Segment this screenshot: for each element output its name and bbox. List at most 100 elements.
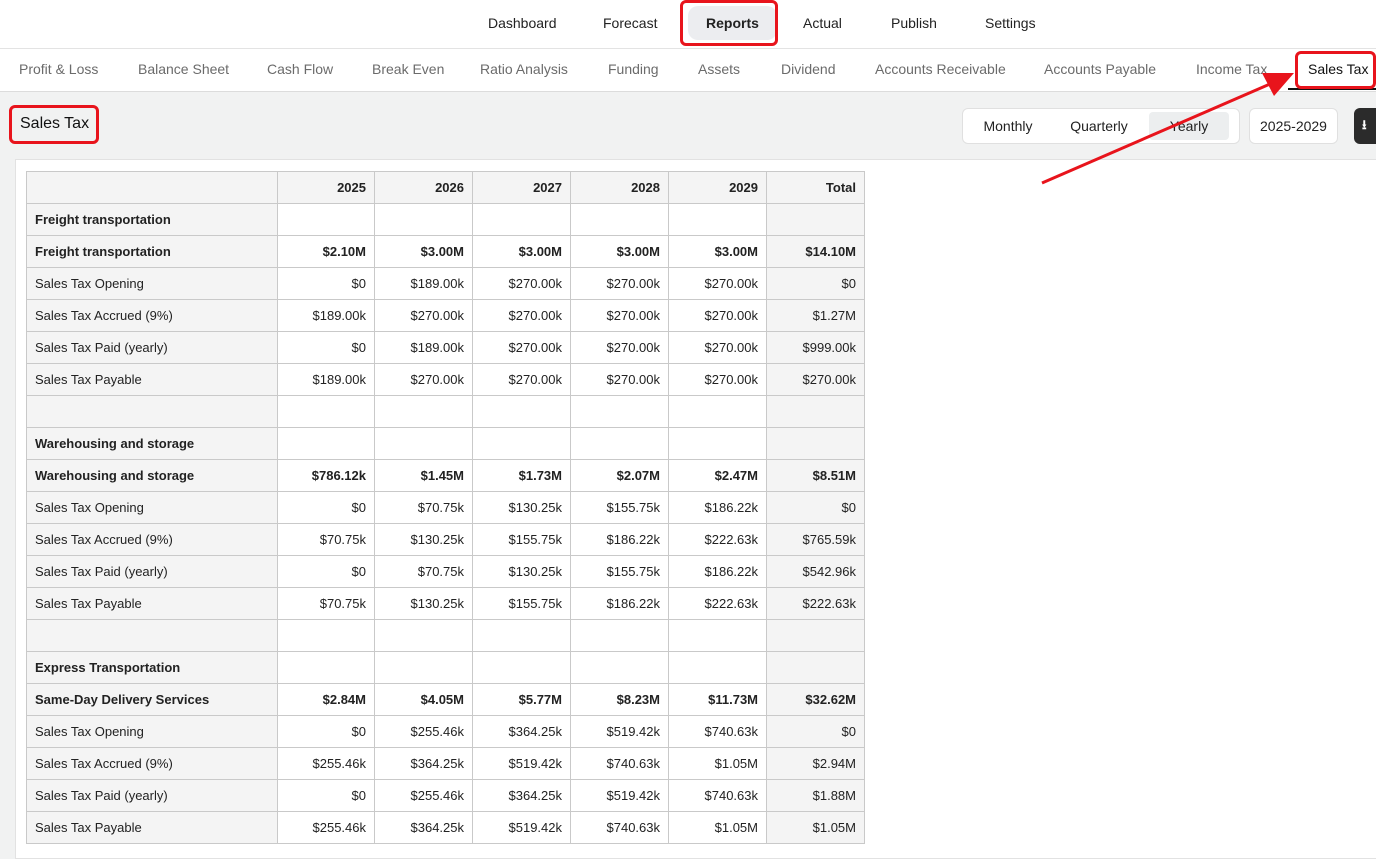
download-button[interactable]: ⭳ [1354, 108, 1376, 144]
tab-dividend[interactable]: Dividend [781, 61, 835, 77]
table-cell [374, 427, 473, 460]
table-row: Freight transportation $2.10M $3.00M $3.00M… [26, 235, 865, 268]
tab-accounts-receivable[interactable]: Accounts Receivable [875, 61, 1006, 77]
active-tab-underline [1288, 88, 1376, 90]
table-cell: $1.27M [766, 299, 865, 332]
column-header: Total [766, 171, 865, 204]
table-cell [570, 395, 669, 428]
table-row: Freight transportation [26, 203, 865, 236]
table-cell: $270.00k [570, 363, 669, 396]
table-cell: $1.05M [668, 747, 767, 780]
row-label: Sales Tax Paid (yearly) [26, 779, 278, 812]
table-cell [668, 619, 767, 652]
table-cell: $270.00k [668, 363, 767, 396]
nav-settings[interactable]: Settings [985, 12, 1036, 34]
tab-ratio-analysis[interactable]: Ratio Analysis [480, 61, 568, 77]
table-cell [570, 619, 669, 652]
table-cell: $0 [277, 715, 375, 748]
tab-balance-sheet[interactable]: Balance Sheet [138, 61, 229, 77]
table-cell: $740.63k [668, 715, 767, 748]
table-cell: $155.75k [472, 523, 571, 556]
table-cell: $130.25k [374, 523, 473, 556]
table-cell [277, 651, 375, 684]
table-cell: $740.63k [570, 747, 669, 780]
table-cell: $519.42k [570, 779, 669, 812]
table-cell [668, 395, 767, 428]
nav-reports[interactable]: Reports [688, 6, 777, 40]
table-cell [766, 395, 865, 428]
tab-sales-tax[interactable]: Sales Tax [1308, 61, 1368, 77]
period-yearly-button[interactable]: Yearly [1149, 112, 1229, 140]
table-row: Sales Tax Paid (yearly) $0 $189.00k $270.00… [26, 331, 865, 364]
table-cell: $740.63k [668, 779, 767, 812]
table-cell [374, 395, 473, 428]
table-cell: $70.75k [277, 587, 375, 620]
column-header: 2025 [277, 171, 375, 204]
table-cell: $189.00k [374, 267, 473, 300]
row-label: Freight transportation [26, 235, 278, 268]
nav-dashboard[interactable]: Dashboard [488, 12, 557, 34]
table-cell: $222.63k [766, 587, 865, 620]
table-cell: $0 [277, 779, 375, 812]
table-cell: $0 [766, 715, 865, 748]
table-cell [668, 203, 767, 236]
table-cell: $0 [277, 555, 375, 588]
row-label: Warehousing and storage [26, 459, 278, 492]
table-cell [472, 395, 571, 428]
table-cell: $222.63k [668, 523, 767, 556]
column-header: 2026 [374, 171, 473, 204]
row-label: Sales Tax Accrued (9%) [26, 523, 278, 556]
table-cell: $999.00k [766, 331, 865, 364]
table-cell: $8.51M [766, 459, 865, 492]
table-row: Sales Tax Paid (yearly) $0 $255.46k $364.25… [26, 779, 865, 812]
table-row [26, 395, 865, 428]
tab-assets[interactable]: Assets [698, 61, 740, 77]
table-cell: $189.00k [374, 331, 473, 364]
table-cell: $130.25k [472, 555, 571, 588]
period-monthly-button[interactable]: Monthly [973, 109, 1043, 143]
table-cell: $0 [277, 267, 375, 300]
table-cell: $255.46k [374, 715, 473, 748]
table-cell [668, 651, 767, 684]
column-header [26, 171, 278, 204]
table-cell: $542.96k [766, 555, 865, 588]
page-title: Sales Tax [20, 115, 90, 132]
tab-profit-loss[interactable]: Profit & Loss [19, 61, 98, 77]
table-row: Warehousing and storage $786.12k $1.45M $1.… [26, 459, 865, 492]
table-cell: $270.00k [570, 267, 669, 300]
table-row: Sales Tax Accrued (9%) $70.75k $130.25k $15… [26, 523, 865, 556]
row-label [26, 395, 278, 428]
period-quarterly-button[interactable]: Quarterly [1063, 109, 1135, 143]
column-header: 2027 [472, 171, 571, 204]
nav-publish[interactable]: Publish [891, 12, 937, 34]
table-cell: $270.00k [472, 267, 571, 300]
table-cell: $130.25k [472, 491, 571, 524]
table-cell: $364.25k [472, 715, 571, 748]
table-cell: $1.05M [668, 811, 767, 844]
table-cell: $270.00k [570, 331, 669, 364]
row-label: Same-Day Delivery Services [26, 683, 278, 716]
table-cell: $5.77M [472, 683, 571, 716]
tab-funding[interactable]: Funding [608, 61, 659, 77]
table-row: Sales Tax Accrued (9%) $255.46k $364.25k $5… [26, 747, 865, 780]
table-cell: $1.73M [472, 459, 571, 492]
report-tabs: Profit & Loss Balance Sheet Cash Flow Br… [0, 49, 1376, 92]
table-row: Same-Day Delivery Services $2.84M $4.05M $5… [26, 683, 865, 716]
nav-forecast[interactable]: Forecast [603, 12, 657, 34]
nav-actual[interactable]: Actual [803, 12, 842, 34]
tab-cash-flow[interactable]: Cash Flow [267, 61, 333, 77]
row-label: Express Transportation [26, 651, 278, 684]
table-cell: $364.25k [472, 779, 571, 812]
table-cell: $1.45M [374, 459, 473, 492]
tab-break-even[interactable]: Break Even [372, 61, 444, 77]
tab-income-tax[interactable]: Income Tax [1196, 61, 1267, 77]
table-row: Sales Tax Paid (yearly) $0 $70.75k $130.25k… [26, 555, 865, 588]
row-label: Freight transportation [26, 203, 278, 236]
table-row: Express Transportation [26, 651, 865, 684]
year-range-select[interactable]: 2025-2029 [1249, 108, 1338, 144]
tab-accounts-payable[interactable]: Accounts Payable [1044, 61, 1156, 77]
sales-tax-table: 2025 2026 2027 2028 2029 Total Freight t… [26, 171, 865, 844]
table-row: Sales Tax Opening $0 $189.00k $270.00k $270.… [26, 267, 865, 300]
table-cell: $0 [766, 267, 865, 300]
table-cell: $222.63k [668, 587, 767, 620]
